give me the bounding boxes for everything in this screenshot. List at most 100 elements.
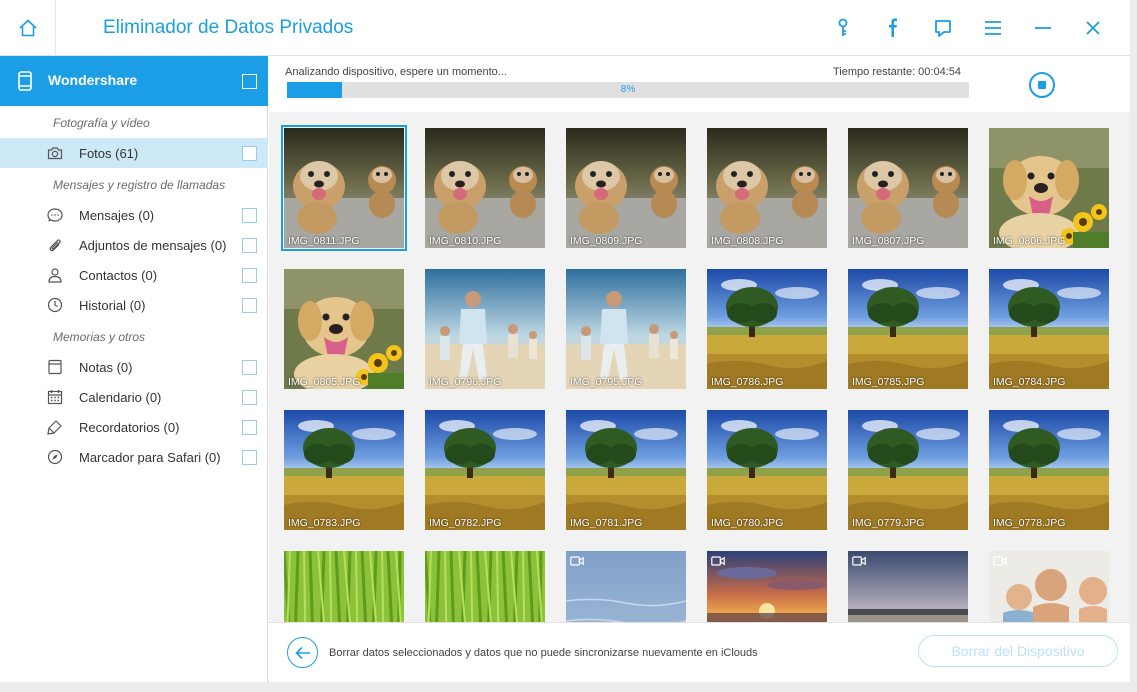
photo-filename: IMG_0784.JPG bbox=[993, 376, 1066, 388]
device-header[interactable]: Wondershare bbox=[0, 56, 268, 106]
calendar-icon bbox=[47, 390, 63, 405]
photo-thumbnail[interactable] bbox=[284, 551, 404, 622]
arrow-left-icon bbox=[294, 646, 310, 659]
photo-thumbnail[interactable]: IMG_0783.JPG bbox=[284, 410, 404, 530]
photo-image bbox=[989, 551, 1109, 622]
photo-thumbnail[interactable]: IMG_0786.JPG bbox=[707, 269, 827, 389]
scan-progress-area: Analizando dispositivo, espere un moment… bbox=[269, 56, 1130, 112]
photo-thumbnail[interactable]: IMG_0806.JPG bbox=[989, 128, 1109, 248]
photo-thumbnail[interactable]: IMG_0779.JPG bbox=[848, 410, 968, 530]
close-icon bbox=[1086, 21, 1100, 35]
menu-button[interactable] bbox=[968, 8, 1018, 48]
sidebar-item-adjuntos[interactable]: Adjuntos de mensajes (0) bbox=[0, 230, 268, 260]
photo-thumbnail[interactable]: IMG_0785.JPG bbox=[848, 269, 968, 389]
photo-image bbox=[848, 410, 968, 530]
historial-checkbox[interactable] bbox=[242, 298, 257, 313]
photo-image bbox=[707, 551, 827, 622]
sidebar-item-calendario[interactable]: Calendario (0) bbox=[0, 382, 268, 412]
contact-icon bbox=[48, 268, 62, 283]
sidebar-item-notas[interactable]: Notas (0) bbox=[0, 352, 268, 382]
photo-filename: IMG_0808.JPG bbox=[711, 235, 784, 247]
photo-filename: IMG_0778.JPG bbox=[993, 517, 1066, 529]
photo-thumbnail[interactable]: IMG_0809.JPG bbox=[566, 128, 686, 248]
photo-image bbox=[425, 410, 545, 530]
erase-from-device-button[interactable]: Borrar del Dispositivo bbox=[918, 635, 1118, 667]
photo-image bbox=[989, 128, 1109, 248]
device-select-all-checkbox[interactable] bbox=[242, 74, 257, 89]
photo-filename: IMG_0807.JPG bbox=[852, 235, 925, 247]
photo-thumbnail[interactable]: IMG_0808.JPG bbox=[707, 128, 827, 248]
photo-thumbnail[interactable]: IMG_0807.JPG bbox=[848, 128, 968, 248]
facebook-icon bbox=[889, 18, 897, 37]
mensajes-checkbox[interactable] bbox=[242, 208, 257, 223]
safari-checkbox[interactable] bbox=[242, 450, 257, 465]
photo-filename: IMG_0783.JPG bbox=[288, 517, 361, 529]
main-panel: Analizando dispositivo, espere un moment… bbox=[269, 56, 1130, 622]
home-icon bbox=[18, 19, 37, 37]
contactos-checkbox[interactable] bbox=[242, 268, 257, 283]
photo-filename: IMG_0795.JPG bbox=[570, 376, 643, 388]
back-button[interactable] bbox=[287, 637, 318, 668]
minimize-button[interactable] bbox=[1018, 8, 1068, 48]
photo-filename: IMG_0786.JPG bbox=[711, 376, 784, 388]
sidebar-item-fotos[interactable]: Fotos (61) bbox=[0, 138, 268, 168]
sidebar-item-label: Fotos (61) bbox=[79, 146, 139, 161]
photo-thumbnail[interactable] bbox=[707, 551, 827, 622]
sidebar-item-safari[interactable]: Marcador para Safari (0) bbox=[0, 442, 268, 472]
notes-icon bbox=[48, 359, 62, 375]
photo-image bbox=[284, 128, 404, 248]
calendario-checkbox[interactable] bbox=[242, 390, 257, 405]
photo-thumbnail[interactable]: IMG_0805.JPG bbox=[284, 269, 404, 389]
photo-image bbox=[848, 128, 968, 248]
stop-scan-button[interactable] bbox=[1029, 72, 1055, 98]
photo-image bbox=[566, 551, 686, 622]
sidebar-item-contactos[interactable]: Contactos (0) bbox=[0, 260, 268, 290]
photo-filename: IMG_0806.JPG bbox=[993, 235, 1066, 247]
sidebar-item-mensajes[interactable]: Mensajes (0) bbox=[0, 200, 268, 230]
photo-thumbnail[interactable] bbox=[989, 551, 1109, 622]
key-button[interactable] bbox=[818, 8, 868, 48]
menu-icon bbox=[985, 21, 1001, 35]
notas-checkbox[interactable] bbox=[242, 360, 257, 375]
fotos-checkbox[interactable] bbox=[242, 146, 257, 161]
adjuntos-checkbox[interactable] bbox=[242, 238, 257, 253]
sidebar-item-label: Calendario (0) bbox=[79, 390, 162, 405]
time-remaining: Tiempo restante: 00:04:54 bbox=[833, 66, 962, 78]
photo-image bbox=[566, 269, 686, 389]
sidebar-item-recordatorios[interactable]: Recordatorios (0) bbox=[0, 412, 268, 442]
home-button[interactable] bbox=[0, 0, 56, 56]
history-icon bbox=[47, 297, 63, 313]
photo-thumbnail[interactable]: IMG_0810.JPG bbox=[425, 128, 545, 248]
close-button[interactable] bbox=[1068, 8, 1118, 48]
recordatorios-checkbox[interactable] bbox=[242, 420, 257, 435]
photo-thumbnail[interactable] bbox=[425, 551, 545, 622]
feedback-button[interactable] bbox=[918, 8, 968, 48]
app-title: Eliminador de Datos Privados bbox=[103, 17, 354, 38]
photo-filename: IMG_0785.JPG bbox=[852, 376, 925, 388]
photo-thumbnail[interactable]: IMG_0811.JPG bbox=[281, 125, 407, 251]
compass-icon bbox=[47, 449, 63, 465]
sidebar-item-label: Notas (0) bbox=[79, 360, 133, 375]
photo-image bbox=[566, 128, 686, 248]
photo-filename: IMG_0809.JPG bbox=[570, 235, 643, 247]
sidebar-item-label: Marcador para Safari (0) bbox=[79, 450, 221, 465]
feedback-icon bbox=[935, 20, 951, 37]
photo-image bbox=[707, 269, 827, 389]
title-bar: Eliminador de Datos Privados bbox=[0, 0, 1130, 56]
photo-thumbnail[interactable]: IMG_0782.JPG bbox=[425, 410, 545, 530]
sidebar-item-label: Historial (0) bbox=[79, 298, 146, 313]
facebook-button[interactable] bbox=[868, 8, 918, 48]
photo-image bbox=[425, 551, 545, 622]
photo-thumbnail[interactable]: IMG_0784.JPG bbox=[989, 269, 1109, 389]
photo-thumbnail[interactable] bbox=[848, 551, 968, 622]
photo-image bbox=[425, 269, 545, 389]
photo-thumbnail[interactable]: IMG_0795.JPG bbox=[566, 269, 686, 389]
progress-percent: 8% bbox=[620, 84, 636, 95]
photo-thumbnail[interactable] bbox=[566, 551, 686, 622]
photo-thumbnail[interactable]: IMG_0778.JPG bbox=[989, 410, 1109, 530]
photo-thumbnail[interactable]: IMG_0780.JPG bbox=[707, 410, 827, 530]
photo-thumbnail[interactable]: IMG_0796.JPG bbox=[425, 269, 545, 389]
sidebar-item-historial[interactable]: Historial (0) bbox=[0, 290, 268, 320]
photo-thumbnail[interactable]: IMG_0781.JPG bbox=[566, 410, 686, 530]
device-name: Wondershare bbox=[48, 72, 138, 88]
